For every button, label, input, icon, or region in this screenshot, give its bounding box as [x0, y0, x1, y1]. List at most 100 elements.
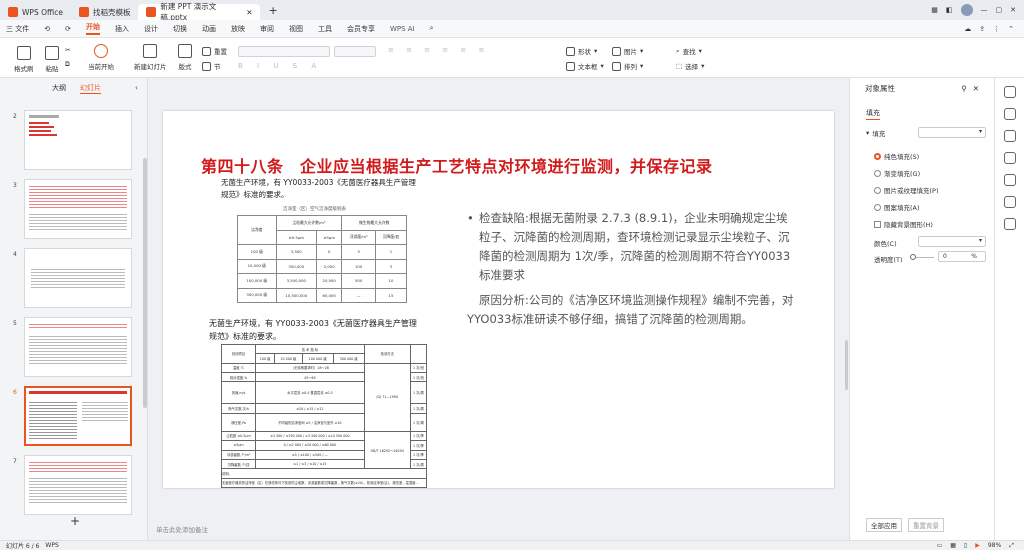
cause-analysis-paragraph[interactable]: 原因分析:公司的《洁净区环境监测操作规程》编制不完善，对YYO033标准研读不够… — [467, 291, 801, 329]
grid-icon[interactable]: ▦ — [931, 6, 938, 14]
play-slideshow-icon[interactable]: ▶ — [975, 542, 980, 550]
menu-review[interactable]: 审阅 — [260, 24, 274, 34]
tab-outline[interactable]: 大纲 — [52, 83, 66, 93]
new-slide-button[interactable]: 新建幻灯片 — [134, 44, 167, 71]
menu-slideshow[interactable]: 放映 — [231, 24, 245, 34]
layout-button[interactable]: 版式 — [178, 44, 192, 71]
copy-icon[interactable]: ⧉ — [65, 60, 70, 69]
slides-scrollbar[interactable] — [143, 158, 147, 408]
cleanroom-level-table[interactable]: 洁净度 尘粒最大允许数/m³ 微生物最大允许数 ≥0.5μm ≥5μm 浮游菌/… — [237, 215, 408, 303]
more-icon[interactable]: ⋮ — [993, 25, 1000, 33]
history-icon[interactable] — [1003, 196, 1016, 208]
bullet-paragraph[interactable]: • 检查缺陷:根据无菌附录 2.7.3 (8.9.1)，企业未明确规定尘埃粒子、… — [467, 209, 799, 285]
zoom-fit-icon[interactable]: ⤢ — [1009, 542, 1014, 550]
cut-icon[interactable]: ✂ — [65, 46, 70, 54]
tab-ppt-document[interactable]: 新建 PPT 演示文稿.pptx ✕ — [138, 2, 261, 22]
maximize-icon[interactable]: ▢ — [996, 6, 1003, 14]
picture-button[interactable]: 图片 ▾ — [612, 46, 643, 56]
tab-wps-office[interactable]: WPS Office — [0, 4, 71, 20]
slide-thumbnail-6[interactable] — [24, 386, 132, 446]
radio-solid-fill[interactable]: 纯色填充(S) — [874, 151, 919, 161]
menu-file[interactable]: 三 文件 — [6, 24, 29, 34]
top-text-line-1[interactable]: 无菌生产环境，有 YY0033-2003《无菌医疗器具生产管理 — [221, 177, 416, 188]
reset-background-button[interactable]: 重置背景 — [908, 518, 944, 532]
hide-background-checkbox[interactable]: 隐藏背景图形(H) — [874, 219, 933, 229]
textbox-button[interactable]: 文本框 ▾ — [566, 61, 604, 71]
color-select[interactable]: ▾ — [918, 236, 986, 247]
cloud-icon[interactable]: ☁ — [964, 25, 971, 33]
menu-tools[interactable]: 工具 — [318, 24, 332, 34]
paste-button[interactable]: 粘贴 — [45, 46, 59, 73]
play-from-current-button[interactable]: 当前开始 — [88, 44, 114, 71]
format-painter-button[interactable]: 格式刷 — [14, 46, 34, 73]
fill-section-header[interactable]: ▾ 填充 — [866, 128, 885, 138]
add-slide-button[interactable]: + — [70, 514, 80, 528]
slide[interactable]: 第四十八条 企业应当根据生产工艺特点对环境进行监测，并保存记录 无菌生产环境，有… — [163, 111, 834, 489]
menu-ai[interactable]: WPS AI — [390, 25, 415, 33]
paragraph-icons[interactable]: ≡ ≡ ≡ ≡ ≡ ≡ — [388, 46, 489, 54]
mid-text-line-1[interactable]: 无菌生产环境，有 YY0033-2003《无菌医疗器具生产管理 — [209, 318, 417, 329]
menu-animation[interactable]: 动画 — [202, 24, 216, 34]
mid-text-line-2[interactable]: 规范》标准的要求。 — [209, 331, 281, 342]
normal-view-icon[interactable]: ▭ — [937, 542, 943, 550]
pen-icon[interactable] — [1003, 108, 1016, 120]
slide-thumbnail-3[interactable] — [24, 179, 132, 239]
pin-icon[interactable]: ⚲ — [961, 84, 967, 93]
avatar[interactable] — [960, 4, 973, 16]
share-icon[interactable]: ⇪ — [979, 25, 985, 33]
reset-button[interactable]: 重置 — [202, 46, 227, 56]
transparency-input[interactable]: 0 % — [938, 251, 986, 262]
undo-icon[interactable]: ⟲ — [44, 25, 50, 33]
collapse-ribbon-icon[interactable]: ⌃ — [1008, 25, 1014, 33]
menu-insert[interactable]: 插入 — [115, 24, 129, 34]
font-style-icons[interactable]: B I U S A — [238, 62, 322, 70]
tab-slides[interactable]: 幻灯片 — [80, 83, 101, 94]
redo-icon[interactable]: ⟳ — [65, 25, 71, 33]
close-icon[interactable]: ✕ — [1010, 6, 1016, 14]
transition-icon[interactable] — [1003, 174, 1016, 186]
slide-thumbnail-4[interactable] — [24, 248, 132, 308]
search-icon[interactable]: ⌕ — [430, 24, 434, 33]
animation-icon[interactable] — [1003, 130, 1016, 142]
tab-fill[interactable]: 填充 — [866, 108, 880, 120]
fill-select[interactable]: ▾ — [918, 127, 986, 138]
find-button[interactable]: ⌕ 查找 ▾ — [676, 46, 702, 57]
radio-gradient-fill[interactable]: 渐变填充(G) — [874, 168, 920, 178]
notes-area[interactable]: 单击此处添加备注 — [149, 520, 849, 540]
new-tab-button[interactable]: + — [268, 4, 277, 17]
skin-icon[interactable]: ◧ — [946, 6, 953, 14]
slide-thumbnail-5[interactable] — [24, 317, 132, 377]
collapse-panel-icon[interactable]: ‹ — [135, 84, 138, 92]
sorter-view-icon[interactable]: ▦ — [950, 542, 956, 550]
shape-button[interactable]: 形状 ▾ — [566, 46, 597, 56]
apply-all-button[interactable]: 全部应用 — [866, 518, 902, 532]
section-button[interactable]: 节 — [202, 61, 221, 71]
environment-monitoring-table[interactable]: 检测项目 技 术 指 标 检测方法 100 级 10 000 级 100 000… — [220, 343, 428, 489]
slide-title[interactable]: 第四十八条 企业应当根据生产工艺特点对环境进行监测，并保存记录 — [201, 153, 713, 177]
font-size-select[interactable] — [334, 46, 376, 57]
close-tab-icon[interactable]: ✕ — [246, 8, 252, 17]
menu-home[interactable]: 开始 — [85, 22, 100, 35]
zoom-level[interactable]: 98% — [988, 542, 1001, 550]
slide-thumbnail-7[interactable] — [24, 455, 132, 515]
menu-design[interactable]: 设计 — [144, 24, 158, 34]
select-button[interactable]: ⬚ 选择 ▾ — [676, 61, 704, 71]
reading-view-icon[interactable]: ▯ — [964, 542, 967, 550]
more-tools-icon[interactable] — [1003, 218, 1016, 230]
close-panel-icon[interactable]: ✕ — [973, 84, 979, 93]
property-icon[interactable] — [1003, 86, 1016, 98]
menu-transition[interactable]: 切换 — [173, 24, 187, 34]
canvas-scrollbar[interactable] — [845, 340, 848, 390]
minimize-icon[interactable]: — — [981, 6, 988, 14]
menu-view[interactable]: 视图 — [289, 24, 303, 34]
shapes-icon[interactable] — [1003, 152, 1016, 164]
radio-pattern-fill[interactable]: 图案填充(A) — [874, 202, 920, 212]
transparency-slider[interactable] — [910, 254, 934, 260]
top-text-line-2[interactable]: 规范》标准的要求。 — [221, 189, 289, 200]
radio-picture-fill[interactable]: 图片或纹理填充(P) — [874, 185, 939, 195]
slide-thumbnail-2[interactable] — [24, 110, 132, 170]
arrange-button[interactable]: 排列 ▾ — [612, 61, 643, 71]
tab-template[interactable]: 找稻壳模板 — [71, 4, 139, 20]
font-name-select[interactable] — [238, 46, 330, 57]
menu-member[interactable]: 会员专享 — [347, 24, 375, 34]
